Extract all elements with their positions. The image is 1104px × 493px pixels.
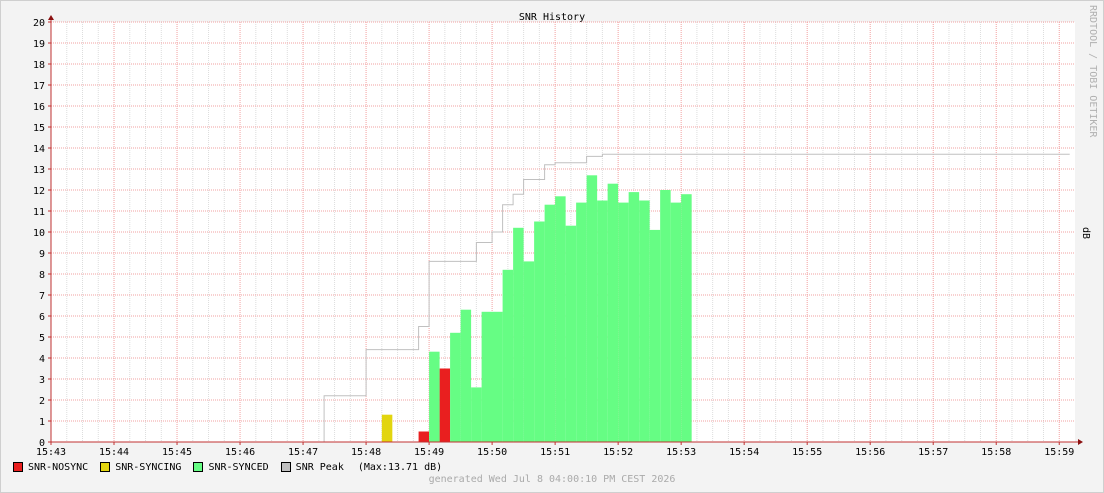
legend-item-synced: SNR-SYNCED xyxy=(193,461,269,473)
y-tick-label: 16 xyxy=(33,102,45,113)
legend-swatch-synced xyxy=(193,462,204,472)
snr-synced-bar xyxy=(544,204,556,442)
snr-synced-bar xyxy=(450,332,461,442)
snr-synced-bar xyxy=(513,227,524,442)
snr-syncing-bar xyxy=(381,414,393,442)
legend-swatch-nosync xyxy=(13,462,23,472)
x-tick-label: 15:45 xyxy=(162,447,192,458)
y-tick-label: 20 xyxy=(33,18,45,29)
snr-synced-bar xyxy=(481,311,503,442)
chart-title: SNR History xyxy=(519,12,585,23)
legend-swatch-syncing xyxy=(100,462,111,472)
x-tick-label: 15:46 xyxy=(225,447,255,458)
snr-synced-bar xyxy=(681,194,692,442)
legend-item-syncing: SNR-SYNCING xyxy=(100,462,181,473)
rrdtool-watermark: RRDTOOL / TOBI OETIKER xyxy=(1087,5,1098,138)
snr-synced-bar xyxy=(576,202,587,442)
y-tick-label: 10 xyxy=(33,228,45,239)
snr-synced-bar xyxy=(607,183,619,442)
x-tick-label: 15:49 xyxy=(414,447,444,458)
x-tick-label: 15:54 xyxy=(729,447,759,458)
generated-footer: generated Wed Jul 8 04:00:10 PM CEST 202… xyxy=(428,474,676,485)
y-tick-label: 3 xyxy=(39,375,45,386)
y-tick-label: 11 xyxy=(33,207,45,218)
y-axis-label: dB xyxy=(1080,227,1091,239)
y-tick-label: 4 xyxy=(39,354,45,365)
snr-synced-bar xyxy=(429,351,440,442)
y-tick-label: 2 xyxy=(39,396,45,407)
y-axis-arrow xyxy=(48,15,54,20)
y-tick-label: 5 xyxy=(39,333,45,344)
legend-swatch-peak xyxy=(280,462,291,472)
snr-synced-bar xyxy=(555,196,566,442)
y-tick-label: 14 xyxy=(33,144,45,155)
legend-peak-note: (Max:13.71 dB) xyxy=(357,461,443,473)
y-tick-label: 13 xyxy=(33,165,45,176)
x-tick-label: 15:55 xyxy=(792,447,822,458)
snr-synced-bar xyxy=(649,229,661,442)
y-tick-label: 17 xyxy=(33,81,45,92)
y-tick-label: 0 xyxy=(39,438,45,449)
snr-synced-bar xyxy=(460,309,472,442)
snr-nosync-bar xyxy=(439,368,451,442)
x-tick-label: 15:51 xyxy=(540,447,570,458)
legend-item-nosync: SNR-NOSYNC xyxy=(13,462,88,473)
x-tick-label: 15:47 xyxy=(288,447,318,458)
y-tick-label: 12 xyxy=(33,186,45,197)
snr-synced-bar xyxy=(502,269,514,442)
y-tick-label: 1 xyxy=(39,417,45,428)
snr-synced-bar xyxy=(597,200,608,442)
snr-synced-bar xyxy=(628,192,640,442)
snr-synced-bar xyxy=(523,261,535,442)
chart-legend: SNR-NOSYNC SNR-SYNCING SNR-SYNCED SNR Pe… xyxy=(13,461,454,473)
y-tick-label: 15 xyxy=(33,123,45,134)
x-tick-label: 15:58 xyxy=(981,447,1011,458)
snr-synced-bar xyxy=(471,387,482,442)
snr-synced-bar xyxy=(618,202,629,442)
y-tick-label: 9 xyxy=(39,249,45,260)
legend-item-peak: SNR Peak (Max:13.71 dB) xyxy=(280,461,443,473)
y-tick-label: 7 xyxy=(39,291,45,302)
x-tick-label: 15:48 xyxy=(351,447,381,458)
y-tick-label: 8 xyxy=(39,270,45,281)
x-tick-label: 15:59 xyxy=(1044,447,1074,458)
x-tick-label: 15:56 xyxy=(855,447,885,458)
snr-chart: SNR History 15:43 15:44 15:45 15:46 15:47 15:… xyxy=(33,5,1098,458)
snr-synced-bar xyxy=(660,190,671,442)
snr-nosync-bar xyxy=(418,431,430,442)
legend-label-peak: SNR Peak xyxy=(295,461,344,473)
snr-synced-bar xyxy=(586,175,598,443)
snr-synced-bar xyxy=(670,202,682,442)
x-tick-label: 15:57 xyxy=(918,447,948,458)
x-tick-label: 15:44 xyxy=(99,447,129,458)
x-tick-label: 15:50 xyxy=(477,447,507,458)
x-tick-label: 15:53 xyxy=(666,447,696,458)
x-tick-label: 15:52 xyxy=(603,447,633,458)
y-tick-label: 6 xyxy=(39,312,45,323)
legend-label-syncing: SNR-SYNCING xyxy=(115,461,182,473)
legend-label-nosync: SNR-NOSYNC xyxy=(28,461,89,473)
x-axis-arrow xyxy=(1078,439,1083,445)
y-tick-label: 19 xyxy=(33,39,45,50)
snr-synced-bar xyxy=(534,221,545,442)
y-tick-label: 18 xyxy=(33,60,45,71)
snr-synced-bar xyxy=(639,200,650,442)
snr-synced-bar xyxy=(565,225,577,442)
legend-label-synced: SNR-SYNCED xyxy=(208,461,269,473)
